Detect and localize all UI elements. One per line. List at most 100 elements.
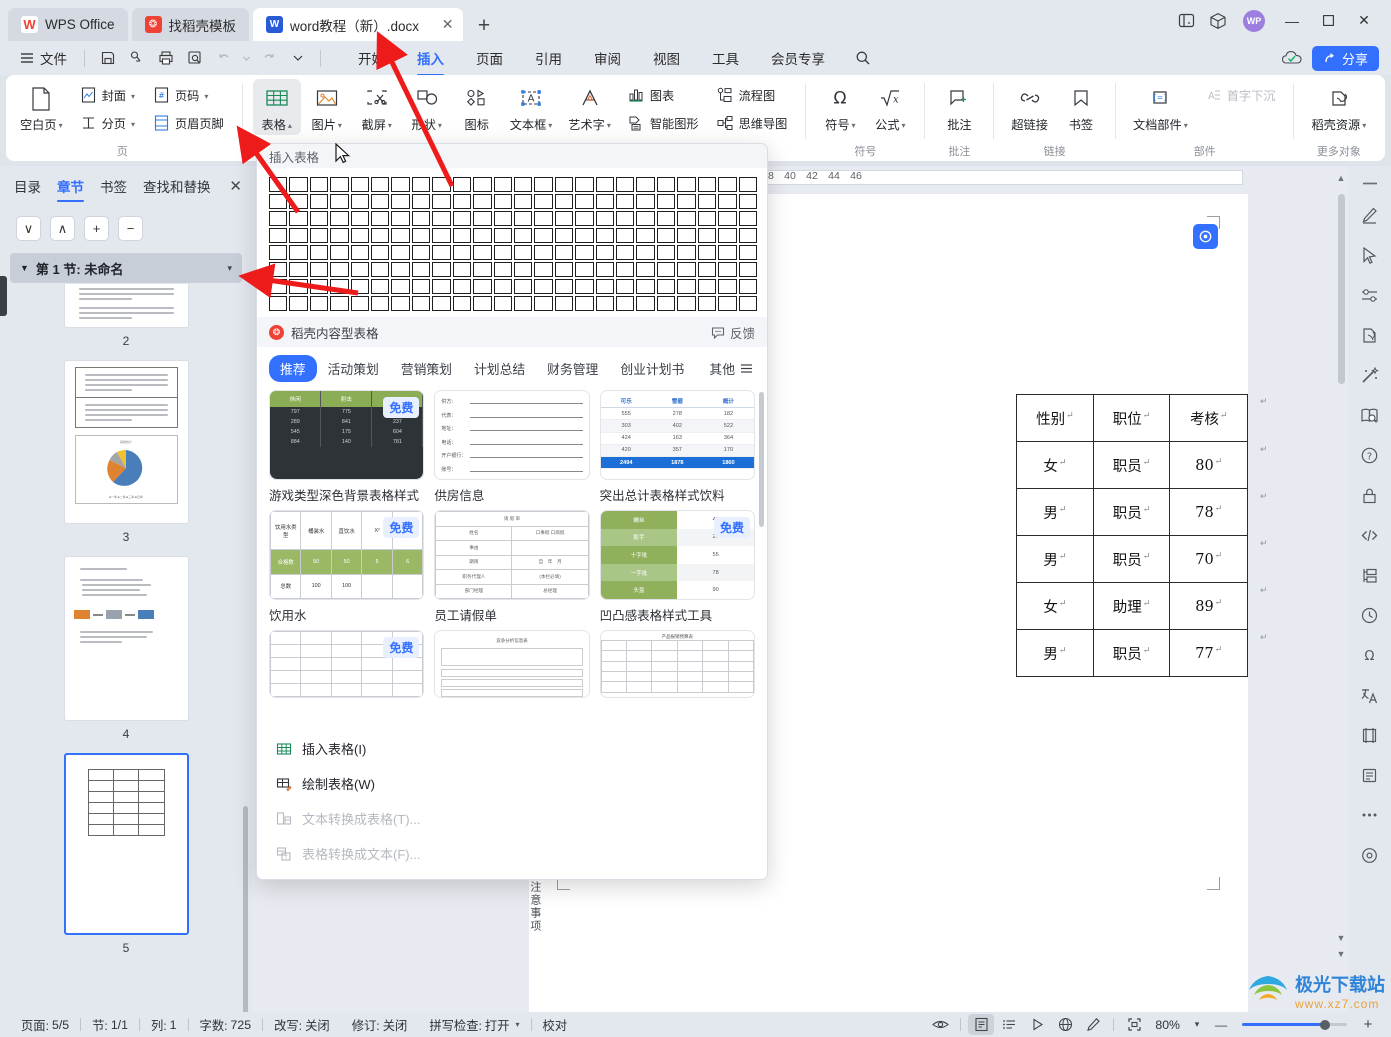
grid-cell[interactable]	[432, 245, 451, 260]
grid-cell[interactable]	[738, 228, 757, 243]
table-cell[interactable]: 男↵	[1016, 629, 1094, 677]
search-icon[interactable]	[849, 46, 876, 71]
template-card[interactable]: 饮用水类型 桶装水 直饮水 X² 合格数 50 50 5 6 总数 100 100 免费 饮用水	[269, 510, 425, 624]
grid-cell[interactable]	[554, 194, 574, 209]
grid-cell[interactable]	[513, 279, 533, 294]
maximize-button[interactable]	[1311, 6, 1345, 36]
grid-cell[interactable]	[738, 296, 757, 311]
table-row[interactable]: 男↵ 职员↵ 78↵	[1016, 488, 1248, 536]
ribbon-tab-tools[interactable]: 工具	[696, 44, 755, 72]
grid-cell[interactable]	[534, 177, 553, 192]
document-scrollbar[interactable]	[1338, 194, 1345, 384]
grid-cell[interactable]	[289, 177, 308, 192]
play-icon[interactable]	[1024, 1014, 1050, 1035]
template-card[interactable]: 请 假 单 姓名 口事假 口病假 事由 期限自 年 月 职务代理人 (本栏必填) 部…	[434, 510, 590, 624]
grid-cell[interactable]	[473, 228, 492, 243]
flowchart-button[interactable]: 流程图	[711, 83, 794, 107]
grid-cell[interactable]	[371, 245, 390, 260]
table-cell[interactable]: 职员↵	[1092, 535, 1171, 583]
grid-cell[interactable]	[350, 211, 370, 226]
grid-cell[interactable]	[330, 279, 349, 294]
grid-cell[interactable]	[493, 228, 512, 243]
list-item[interactable]	[63, 556, 189, 721]
ribbon-tab-start[interactable]: 开始	[342, 44, 401, 72]
grid-cell[interactable]	[616, 245, 635, 260]
sidebar-toggle-icon[interactable]	[1171, 6, 1201, 36]
grid-cell[interactable]	[473, 245, 492, 260]
grid-cell[interactable]	[309, 262, 329, 277]
table-row[interactable]: 女↵ 职员↵ 80↵	[1016, 441, 1248, 489]
grid-cell[interactable]	[269, 296, 288, 311]
grid-cell[interactable]	[493, 279, 512, 294]
grid-cell[interactable]	[697, 279, 717, 294]
grid-cell[interactable]	[554, 262, 574, 277]
page-thumbnails[interactable]: 2 销量统计 ■一季 ■二季 ■三季 ■四季 3 4 5	[0, 284, 252, 1012]
grid-cell[interactable]	[697, 194, 717, 209]
grid-cell[interactable]	[371, 194, 390, 209]
grid-cell[interactable]	[718, 245, 737, 260]
location-pin-icon[interactable]	[1193, 224, 1218, 249]
grid-cell[interactable]	[289, 194, 308, 209]
grid-cell[interactable]	[575, 228, 594, 243]
grid-cell[interactable]	[432, 177, 451, 192]
table-size-grid[interactable]	[257, 168, 767, 317]
grid-cell[interactable]	[718, 177, 737, 192]
list-item-selected[interactable]	[63, 753, 189, 935]
table-row[interactable]: 男↵ 职员↵ 77↵	[1016, 629, 1248, 677]
grid-cell[interactable]	[575, 211, 594, 226]
chevron-down-icon[interactable]: ▾	[516, 1020, 520, 1029]
grid-cell[interactable]	[391, 296, 410, 311]
status-proofread[interactable]: 校对	[532, 1016, 579, 1034]
grid-cell[interactable]	[371, 296, 390, 311]
grid-cell[interactable]	[350, 177, 370, 192]
grid-cell[interactable]	[493, 211, 512, 226]
grid-cell[interactable]	[452, 296, 472, 311]
page-break-button[interactable]: 分页 ▾	[74, 111, 141, 135]
close-button[interactable]: ✕	[1347, 6, 1381, 36]
grid-cell[interactable]	[432, 279, 451, 294]
grid-cell[interactable]	[677, 296, 696, 311]
eye-icon[interactable]	[927, 1014, 953, 1035]
grid-cell[interactable]	[595, 262, 615, 277]
grid-cell[interactable]	[371, 279, 390, 294]
drop-cap-button[interactable]: A 首字下沉	[1199, 83, 1282, 107]
chevron-down-icon[interactable]: ▾	[1188, 1014, 1206, 1035]
grid-cell[interactable]	[309, 211, 329, 226]
panel-collapse-handle[interactable]	[0, 276, 7, 316]
grid-cell[interactable]	[330, 245, 349, 260]
header-footer-button[interactable]: 页眉页脚	[147, 111, 230, 135]
grid-cell[interactable]	[677, 228, 696, 243]
grid-cell[interactable]	[697, 245, 717, 260]
category-more-button[interactable]: 其他	[709, 359, 755, 378]
list-item[interactable]	[63, 284, 189, 328]
grid-cell[interactable]	[616, 262, 635, 277]
pen-view-icon[interactable]	[1080, 1014, 1106, 1035]
grid-cell[interactable]	[677, 194, 696, 209]
left-tab-contents[interactable]: 目录	[14, 176, 41, 202]
grid-cell[interactable]	[309, 177, 329, 192]
grid-cell[interactable]	[554, 279, 574, 294]
grid-cell[interactable]	[554, 245, 574, 260]
bottom-target-icon[interactable]	[1355, 840, 1385, 870]
left-tab-find-replace[interactable]: 查找和替换	[143, 176, 211, 202]
table-cell[interactable]: 89↵	[1169, 582, 1248, 630]
grid-cell[interactable]	[554, 228, 574, 243]
grid-cell[interactable]	[269, 262, 288, 277]
more-chevron-icon[interactable]	[284, 46, 311, 71]
template-card[interactable]: 螺丝42 扳手22 十字批55 一字批78 头盔90 免费 凹凸感表格样式工具	[599, 510, 755, 624]
grid-cell[interactable]	[656, 228, 676, 243]
template-card[interactable]: 竞争分析信息表	[434, 630, 590, 698]
grid-cell[interactable]	[554, 211, 574, 226]
table-cell[interactable]: 职员↵	[1092, 441, 1171, 489]
list-icon[interactable]	[1355, 760, 1385, 790]
grid-cell[interactable]	[452, 262, 472, 277]
grid-cell[interactable]	[330, 194, 349, 209]
ribbon-tab-member[interactable]: 会员专享	[755, 44, 841, 72]
grid-cell[interactable]	[473, 194, 492, 209]
grid-cell[interactable]	[493, 177, 512, 192]
table-cell[interactable]: 职员↵	[1092, 629, 1171, 677]
grid-cell[interactable]	[411, 194, 431, 209]
grid-cell[interactable]	[350, 262, 370, 277]
zoom-in-button[interactable]: +	[1355, 1014, 1381, 1035]
grid-cell[interactable]	[371, 177, 390, 192]
